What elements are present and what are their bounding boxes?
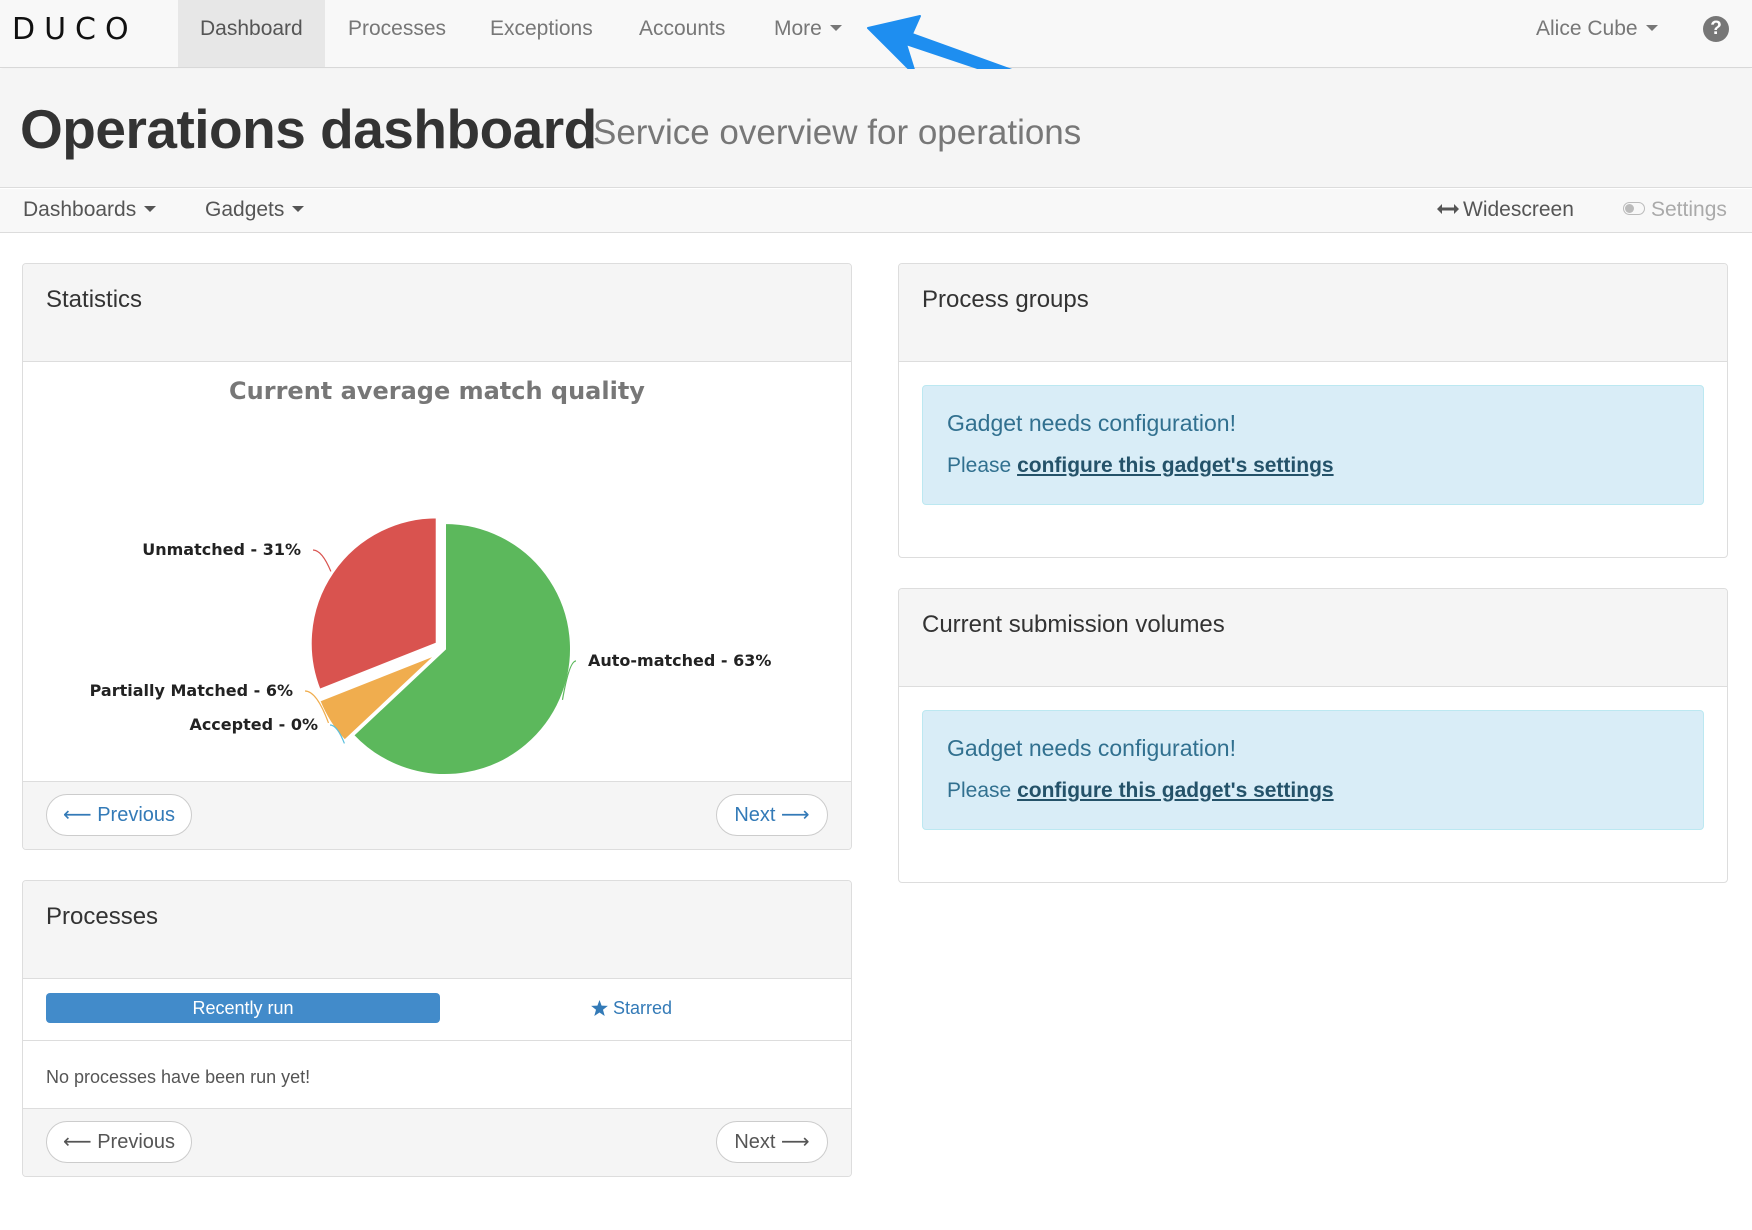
submission-volumes-panel: Current submission volumes Gadget needs … [898, 588, 1728, 883]
caret-down-icon [1645, 24, 1658, 31]
arrow-right-icon: ⟶ [781, 1131, 810, 1153]
help-icon[interactable]: ? [1703, 16, 1729, 42]
alert-title: Gadget needs configuration! [947, 735, 1236, 761]
next-label: Next [734, 804, 776, 826]
configure-settings-link[interactable]: configure this gadget's settings [1017, 454, 1334, 477]
widescreen-label: Widescreen [1463, 198, 1574, 221]
toggle-icon [1623, 202, 1645, 216]
processes-next-button[interactable]: Next ⟶ [716, 1121, 828, 1163]
nav-dashboard-label: Dashboard [200, 17, 303, 40]
caret-down-icon [292, 205, 305, 212]
alert-body: Please configure this gadget's settings [947, 779, 1334, 803]
chart-title: Current average match quality [229, 377, 645, 405]
statistics-next-button[interactable]: Next ⟶ [716, 794, 828, 836]
alert-prefix: Please [947, 454, 1012, 477]
starred-label: Starred [613, 998, 673, 1018]
pie-label: Unmatched - 31% [142, 540, 301, 559]
statistics-footer: ⟵ Previous Next ⟶ [23, 781, 851, 849]
processes-tabs: Recently run Starred [23, 979, 851, 1041]
alert-prefix: Please [947, 779, 1012, 802]
statistics-title: Statistics [23, 264, 851, 362]
nav-exceptions-label: Exceptions [490, 17, 593, 40]
page-title: Operations dashboard [20, 98, 597, 160]
processes-footer: ⟵ Previous Next ⟶ [23, 1108, 851, 1176]
statistics-previous-button[interactable]: ⟵ Previous [46, 794, 192, 836]
alert-body: Please configure this gadget's settings [947, 454, 1334, 478]
processes-panel: Processes Recently run Starred No proces… [22, 880, 852, 1177]
nav-accounts-label: Accounts [639, 17, 726, 40]
arrow-left-icon: ⟵ [62, 1131, 92, 1153]
dashboard-toolbar: Dashboards Gadgets Widescreen Settings [0, 189, 1752, 233]
nav-more-label: More [774, 17, 822, 40]
settings-toggle[interactable]: Settings [1623, 189, 1727, 231]
arrow-left-icon: ⟵ [62, 804, 92, 826]
process-groups-panel: Process groups Gadget needs configuratio… [898, 263, 1728, 558]
gadgets-dropdown[interactable]: Gadgets [205, 189, 305, 231]
tab-starred[interactable]: Starred [591, 993, 672, 1023]
nav-accounts[interactable]: Accounts [617, 0, 747, 67]
arrow-right-icon: ⟶ [781, 804, 810, 826]
tab-recently-run[interactable]: Recently run [46, 993, 440, 1023]
dashboards-dropdown[interactable]: Dashboards [23, 189, 157, 231]
caret-down-icon [144, 205, 157, 212]
next-label: Next [734, 1131, 776, 1153]
process-groups-title: Process groups [899, 264, 1727, 362]
nav-processes[interactable]: Processes [326, 0, 468, 67]
configure-settings-link[interactable]: configure this gadget's settings [1017, 779, 1334, 802]
nav-more-dropdown[interactable]: More [752, 0, 864, 67]
statistics-panel: Statistics Current average match quality… [22, 263, 852, 850]
pie-label: Auto-matched - 63% [588, 651, 771, 670]
user-name: Alice Cube [1536, 17, 1638, 40]
pie-label: Partially Matched - 6% [90, 681, 293, 700]
pie-chart: Auto-matched - 63% Accepted - 0% Partially… [90, 516, 771, 776]
dashboards-label: Dashboards [23, 198, 137, 221]
previous-label: Previous [97, 1131, 176, 1153]
submission-volumes-config-alert: Gadget needs configuration! Please confi… [922, 710, 1704, 830]
duco-logo[interactable]: DUCO [12, 12, 138, 47]
user-menu[interactable]: Alice Cube [1536, 0, 1658, 57]
caret-down-icon [829, 24, 842, 31]
pie-label: Accepted - 0% [189, 715, 318, 734]
widescreen-button[interactable]: Widescreen [1437, 189, 1574, 231]
alert-title: Gadget needs configuration! [947, 410, 1236, 436]
processes-empty-message: No processes have been run yet! [46, 1067, 311, 1087]
page-header: Operations dashboard Service overview fo… [0, 69, 1752, 188]
nav-exceptions[interactable]: Exceptions [468, 0, 615, 67]
horizontal-arrows-icon [1437, 203, 1459, 214]
previous-label: Previous [97, 804, 176, 826]
processes-title: Processes [23, 881, 851, 979]
pie-connector-line [312, 549, 332, 572]
process-groups-config-alert: Gadget needs configuration! Please confi… [922, 385, 1704, 505]
page-subtitle: Service overview for operations [593, 113, 1082, 152]
nav-dashboard[interactable]: Dashboard [178, 0, 325, 67]
settings-label: Settings [1651, 198, 1727, 221]
star-icon [591, 999, 608, 1016]
nav-processes-label: Processes [348, 17, 447, 40]
gadgets-label: Gadgets [205, 198, 285, 221]
processes-previous-button[interactable]: ⟵ Previous [46, 1121, 192, 1163]
submission-volumes-title: Current submission volumes [899, 589, 1727, 687]
